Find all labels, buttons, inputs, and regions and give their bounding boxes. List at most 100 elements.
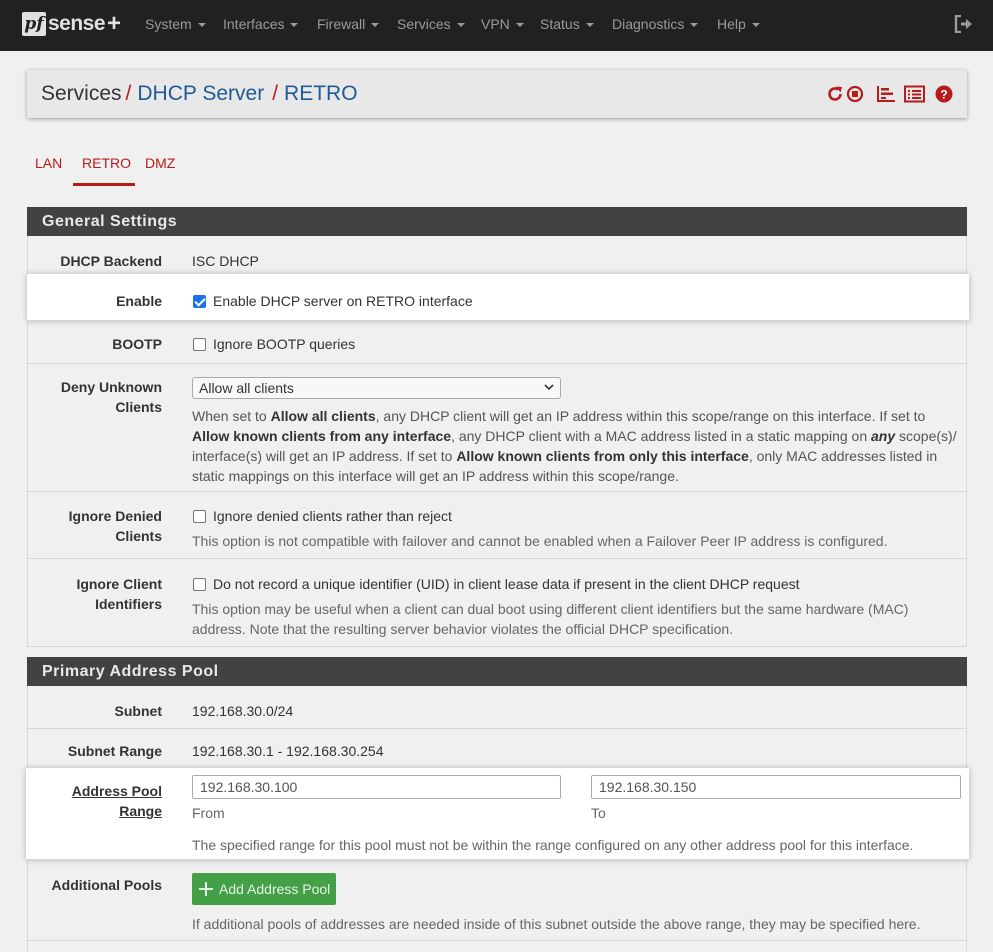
svg-text:?: ? — [940, 88, 947, 102]
ignore-uid-row: Ignore Client Identifiers Do not record … — [27, 559, 967, 647]
subnet-range-row: Subnet Range 192.168.30.1 - 192.168.30.2… — [27, 729, 967, 769]
tab-dmz[interactable]: DMZ — [145, 155, 175, 171]
dhcp-backend-row: DHCP Backend ISC DHCP — [27, 236, 967, 277]
active-tab-indicator — [73, 183, 135, 186]
ignore-uid-label-line1: Ignore Client — [76, 576, 162, 592]
ignore-uid-label-line2: Identifiers — [95, 596, 162, 612]
caret-down-icon — [197, 23, 206, 28]
bootp-label: BOOTP — [112, 336, 162, 352]
help-bold: Allow known clients from any interface — [192, 428, 452, 444]
ignore-denied-checkbox[interactable] — [193, 510, 206, 523]
ignore-denied-label-line1: Ignore Denied — [68, 508, 162, 524]
ignore-uid-label: Ignore Client Identifiers — [27, 574, 162, 614]
menu-vpn[interactable]: VPN — [481, 0, 524, 51]
breadcrumb: Services / DHCP Server / RETRO — [41, 70, 358, 118]
menu-help[interactable]: Help — [717, 0, 760, 51]
pfsense-logo[interactable]: pf sense + — [22, 12, 121, 36]
ignore-uid-checkbox-text: Do not record a unique identifier (UID) … — [213, 576, 800, 592]
logo-plus: + — [107, 10, 122, 37]
menu-system-label: System — [145, 16, 192, 32]
ignore-denied-label-line2: Clients — [115, 528, 162, 544]
bootp-checkbox[interactable] — [193, 338, 206, 351]
dhcp-backend-label: DHCP Backend — [60, 253, 162, 269]
caret-down-icon — [751, 23, 760, 28]
enable-label: Enable — [116, 293, 162, 309]
pool-range-to-caption: To — [591, 805, 606, 821]
ignore-denied-option: Ignore denied clients rather than reject — [192, 506, 959, 526]
pool-range-to-input[interactable]: 192.168.30.150 — [591, 775, 961, 799]
caret-down-icon — [456, 23, 465, 28]
ignore-denied-checkbox-text: Ignore denied clients rather than reject — [213, 508, 452, 524]
breadcrumb-services: Services — [41, 82, 122, 105]
deny-unknown-selected: Allow all clients — [199, 380, 294, 396]
menu-vpn-label: VPN — [481, 16, 510, 32]
dhcp-backend-value: ISC DHCP — [192, 253, 259, 269]
ignore-uid-option: Do not record a unique identifier (UID) … — [192, 574, 959, 594]
menu-system[interactable]: System — [145, 0, 206, 51]
menu-interfaces[interactable]: Interfaces — [223, 0, 299, 51]
menu-firewall-label: Firewall — [317, 16, 366, 32]
ignore-uid-help: This option may be useful when a client … — [192, 601, 909, 637]
bar-chart-icon[interactable] — [876, 85, 896, 103]
general-settings-heading: General Settings — [27, 207, 967, 236]
help-text: When set to — [192, 408, 271, 424]
menu-firewall[interactable]: Firewall — [317, 0, 380, 51]
subnet-value: 192.168.30.0/24 — [192, 703, 294, 719]
breadcrumb-dhcp-server[interactable]: DHCP Server — [137, 82, 264, 105]
caret-down-icon — [290, 23, 299, 28]
address-pool-heading: Primary Address Pool — [27, 657, 967, 686]
caret-down-icon — [371, 23, 380, 28]
help-bold: Allow all clients — [270, 408, 376, 424]
menu-status-label: Status — [540, 16, 580, 32]
stop-circle-icon[interactable] — [846, 85, 864, 103]
bootp-option: Ignore BOOTP queries — [192, 334, 959, 354]
menu-diagnostics-label: Diagnostics — [612, 16, 685, 32]
sign-out-icon[interactable] — [954, 15, 974, 33]
menu-interfaces-label: Interfaces — [223, 16, 285, 32]
add-address-pool-button[interactable]: Add Address Pool — [192, 873, 336, 905]
list-alt-icon[interactable] — [904, 85, 925, 103]
menu-services[interactable]: Services — [397, 0, 465, 51]
pool-range-help: The specified range for this pool must n… — [192, 837, 914, 853]
logo-pf-mark: pf — [22, 12, 46, 36]
subnet-label: Subnet — [114, 703, 162, 719]
plus-icon — [199, 882, 213, 896]
help-text: , any DHCP client with a MAC address lis… — [451, 428, 871, 444]
pool-range-from-input[interactable]: 192.168.30.100 — [192, 775, 561, 799]
subnet-row: Subnet 192.168.30.0/24 — [27, 686, 967, 729]
deny-unknown-label-line2: Clients — [115, 399, 162, 415]
menu-services-label: Services — [397, 16, 451, 32]
help-italic: any — [871, 428, 896, 444]
refresh-icon[interactable] — [826, 85, 844, 103]
menu-help-label: Help — [717, 16, 746, 32]
breadcrumb-retro[interactable]: RETRO — [284, 82, 358, 105]
enable-checkbox[interactable] — [193, 295, 206, 308]
deny-unknown-row: Deny Unknown Clients Allow all clients W… — [27, 364, 967, 492]
tab-lan[interactable]: LAN — [35, 155, 62, 171]
enable-option: Enable DHCP server on RETRO interface — [192, 291, 961, 311]
enable-checkbox-text: Enable DHCP server on RETRO interface — [213, 293, 473, 309]
breadcrumb-bar: Services / DHCP Server / RETRO ? — [27, 70, 967, 118]
top-navbar: pf sense + System Interfaces Firewall Se… — [0, 0, 993, 51]
tab-retro[interactable]: RETRO — [82, 155, 131, 171]
deny-unknown-select[interactable]: Allow all clients — [192, 377, 561, 399]
address-pool-range-row: Address Pool Range 192.168.30.100 192.16… — [26, 768, 969, 860]
ignore-denied-label: Ignore Denied Clients — [27, 506, 162, 546]
additional-pools-help: If additional pools of addresses are nee… — [192, 916, 921, 932]
address-pool-range-label[interactable]: Address Pool Range — [26, 781, 162, 821]
add-address-pool-button-label: Add Address Pool — [219, 881, 331, 897]
breadcrumb-separator: / — [125, 82, 132, 105]
ignore-denied-help: This option is not compatible with failo… — [192, 533, 888, 549]
help-circle-icon[interactable]: ? — [935, 85, 953, 103]
menu-status[interactable]: Status — [540, 0, 594, 51]
menu-diagnostics[interactable]: Diagnostics — [612, 0, 699, 51]
bootp-checkbox-text: Ignore BOOTP queries — [213, 336, 356, 352]
deny-unknown-help: When set to Allow all clients , any DHCP … — [192, 406, 959, 486]
chevron-down-icon — [544, 384, 554, 391]
logo-wordmark: sense — [48, 12, 106, 35]
additional-pools-row: Additional Pools Add Address Pool If add… — [27, 861, 967, 941]
ignore-denied-row: Ignore Denied Clients Ignore denied clie… — [27, 492, 967, 559]
breadcrumb-icons: ? — [826, 85, 953, 105]
ignore-uid-checkbox[interactable] — [193, 578, 206, 591]
subnet-range-value: 192.168.30.1 - 192.168.30.254 — [192, 743, 384, 759]
